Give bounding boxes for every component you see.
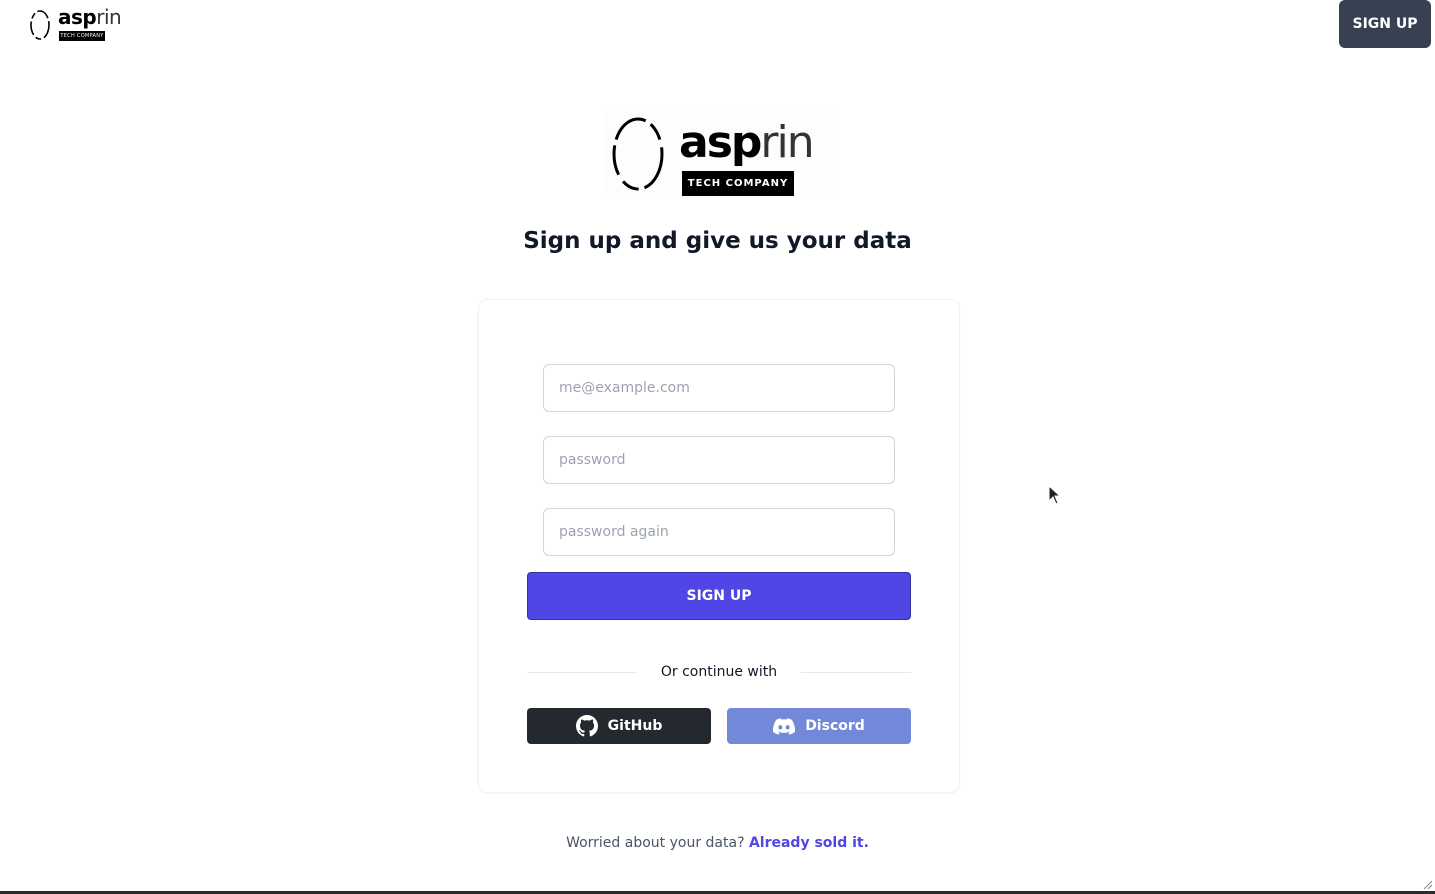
hero-logo-tagline: TECH COMPANY: [682, 171, 794, 196]
logo-ring-icon: [30, 10, 50, 40]
hero-logo-wordmark: asprin: [679, 117, 815, 168]
logo-ring-icon: [612, 117, 664, 191]
mouse-cursor-icon: [1048, 485, 1062, 505]
footer-note: Worried about your data? Already sold it…: [0, 835, 1435, 851]
already-sold-link[interactable]: Already sold it.: [749, 835, 869, 851]
nav-logo-wordmark: asprin: [58, 5, 122, 29]
page-title: Sign up and give us your data: [523, 228, 912, 254]
password-again-field[interactable]: [543, 508, 895, 556]
password-field[interactable]: [543, 436, 895, 484]
github-icon: [575, 715, 598, 737]
footer-question: Worried about your data?: [566, 835, 745, 851]
github-button-label: GitHub: [607, 718, 663, 734]
email-field[interactable]: [543, 364, 895, 412]
divider: Or continue with: [527, 662, 912, 682]
nav-logo-subtitle: TECH COMPANY: [59, 31, 105, 41]
discord-button-label: Discord: [805, 718, 865, 734]
hero-logo: asprin TECH COMPANY: [603, 106, 839, 198]
divider-line-left: [527, 671, 637, 673]
divider-text: Or continue with: [660, 664, 778, 680]
signup-card: SIGN UP Or continue with GitHub Discord: [479, 300, 959, 792]
discord-button[interactable]: Discord: [727, 708, 911, 744]
discord-icon: [773, 717, 796, 735]
resize-grip-icon[interactable]: [1423, 880, 1433, 890]
signup-submit-button[interactable]: SIGN UP: [527, 572, 911, 620]
github-button[interactable]: GitHub: [527, 708, 711, 744]
divider-line-right: [801, 671, 912, 673]
nav-signup-button[interactable]: SIGN UP: [1339, 0, 1431, 48]
